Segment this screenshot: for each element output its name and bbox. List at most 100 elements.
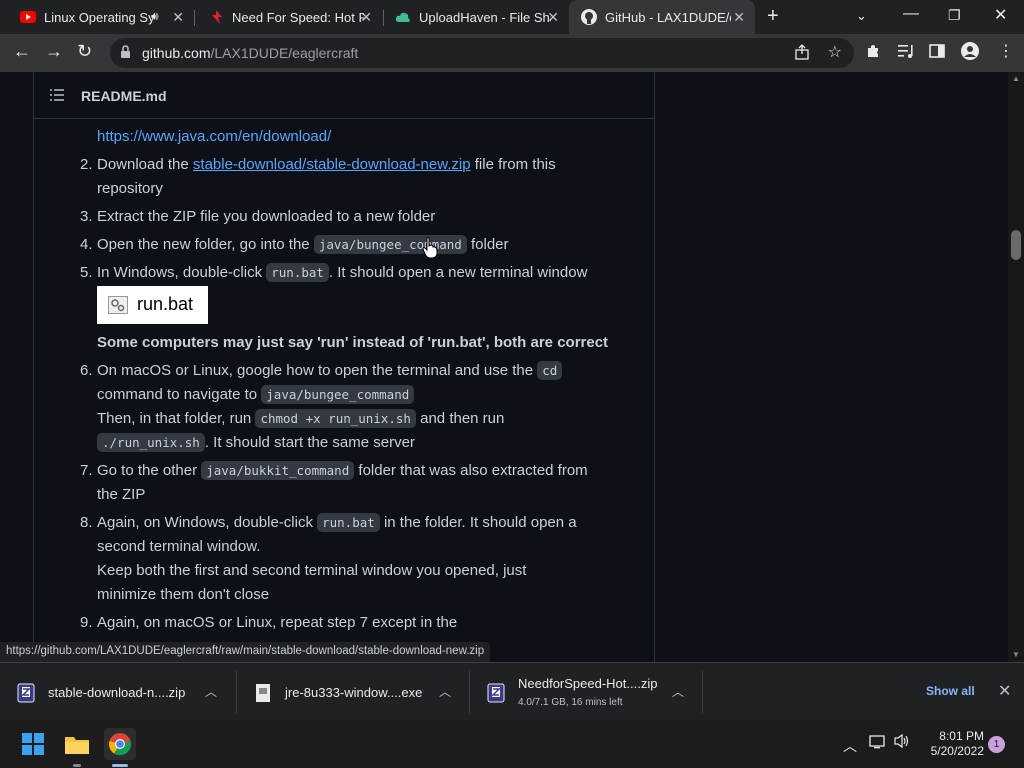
chevron-up-icon[interactable]: ︿ [843, 736, 857, 756]
step-number: 9. [80, 614, 93, 631]
step-2: Download the stable-download/stable-down… [97, 156, 556, 173]
step-2-cont: repository [97, 180, 163, 197]
tab-github[interactable]: GitHub - LAX1DUDE/e ✕ [569, 0, 755, 34]
side-panel-icon[interactable] [929, 43, 945, 64]
java-download-link[interactable]: https://www.java.com/en/download/ [97, 128, 331, 145]
step-6-line-2: command to navigate to java/bungee_comma… [97, 383, 415, 407]
step-3: Extract the ZIP file you downloaded to a… [97, 208, 436, 225]
network-icon[interactable] [869, 734, 887, 753]
step-8-line-4: minimize them don't close [97, 586, 270, 603]
close-icon[interactable]: ✕ [547, 9, 559, 26]
speaker-icon[interactable]: 🔊︎ [151, 9, 159, 24]
inline-code: java/bungee_command [261, 385, 415, 404]
batch-file-icon [108, 296, 128, 314]
zip-file-icon [486, 683, 506, 703]
step-4: Open the new folder, go into the java/bu… [97, 235, 509, 254]
stable-download-link[interactable]: stable-download/stable-download-new.zip [193, 156, 471, 173]
readme-filename: README.md [81, 88, 167, 104]
menu-icon[interactable]: ⋮ [998, 41, 1014, 61]
url-text: github.com/LAX1DUDE/eaglercraft [142, 45, 359, 61]
close-icon[interactable]: ✕ [733, 9, 745, 26]
downloads-bar: stable-download-n....zip ︿ jre-8u333-win… [0, 662, 1024, 720]
clock[interactable]: 8:01 PM 5/20/2022 [922, 729, 984, 759]
tab-youtube[interactable]: Linux Operating Sy 🔊︎ ✕ [8, 0, 194, 34]
tab-search-icon[interactable]: ⌄ [856, 8, 867, 24]
inline-code: java/bungee_command [313, 235, 467, 254]
step-number: 3. [80, 208, 93, 225]
list-icon[interactable] [50, 88, 64, 106]
taskbar: ︿ 8:01 PM 5/20/2022 1 [0, 720, 1024, 768]
page-content: README.md https://www.java.com/en/downlo… [0, 72, 1008, 662]
tab-strip: Linux Operating Sy 🔊︎ ✕ Need For Speed: … [0, 0, 1024, 34]
divider [702, 671, 703, 713]
step-6-line-4: ./run_unix.sh. It should start the same … [97, 431, 415, 455]
close-icon[interactable]: ✕ [360, 9, 372, 26]
close-icon[interactable]: ✕ [998, 681, 1011, 701]
windows-start-icon[interactable] [17, 728, 49, 760]
show-all-button[interactable]: Show all [926, 684, 975, 698]
vertical-scrollbar[interactable]: ▲ ▼ [1008, 72, 1024, 662]
close-icon[interactable]: ✕ [172, 9, 184, 26]
forward-icon[interactable]: → [45, 41, 63, 62]
tab-uploadhaven[interactable]: UploadHaven - File Sha ✕ [383, 0, 569, 34]
hand-cursor-icon [422, 237, 438, 264]
scroll-up-icon[interactable]: ▲ [1012, 74, 1020, 83]
download-item[interactable]: stable-download-n....zip ︿ [0, 663, 236, 721]
run-bat-image: run.bat [97, 286, 208, 324]
nfs-icon [208, 9, 224, 25]
inline-code: cd [537, 361, 563, 380]
step-number: 6. [80, 362, 93, 379]
extensions-icon[interactable] [865, 43, 881, 64]
download-item[interactable]: jre-8u333-window....exe ︿ [237, 663, 469, 721]
github-icon [581, 9, 597, 25]
new-tab-icon[interactable]: + [767, 5, 779, 28]
step-8: Again, on Windows, double-click run.bat … [97, 513, 577, 532]
browser-chrome: Linux Operating Sy 🔊︎ ✕ Need For Speed: … [0, 0, 1024, 72]
address-bar[interactable]: github.com/LAX1DUDE/eaglercraft ☆ [110, 38, 854, 68]
inline-code: run.bat [266, 263, 329, 282]
scroll-down-icon[interactable]: ▼ [1012, 650, 1020, 659]
step-9: Again, on macOS or Linux, repeat step 7 … [97, 614, 458, 631]
step-7-cont: the ZIP [97, 486, 146, 503]
chevron-up-icon[interactable]: ︿ [672, 683, 684, 700]
profile-icon[interactable] [961, 42, 979, 65]
step-number: 4. [80, 236, 93, 253]
inline-code: ./run_unix.sh [97, 433, 205, 452]
java-download-link-line: https://www.java.com/en/download/ [97, 125, 331, 149]
inline-code: chmod +x run_unix.sh [255, 409, 416, 428]
toolbar: ← → ↻ github.com/LAX1DUDE/eaglercraft ☆ … [0, 34, 1024, 72]
zip-file-icon [16, 683, 36, 703]
step-7: Go to the other java/bukkit_command fold… [97, 461, 588, 480]
active-indicator [112, 764, 128, 767]
download-item[interactable]: NeedforSpeed-Hot....zip 4.0/7.1 GB, 16 m… [470, 663, 702, 721]
minimize-icon[interactable]: — [903, 5, 919, 23]
note-text: Some computers may just say 'run' instea… [97, 334, 609, 351]
step-number: 7. [80, 462, 93, 479]
step-5: In Windows, double-click run.bat. It sho… [97, 263, 588, 282]
chevron-up-icon[interactable]: ︿ [439, 683, 451, 700]
scroll-thumb[interactable] [1011, 230, 1021, 260]
readme-header: README.md [34, 72, 654, 119]
step-8-line-3: Keep both the first and second terminal … [97, 562, 527, 579]
status-bar-url: https://github.com/LAX1DUDE/eaglercraft/… [0, 642, 491, 663]
step-number: 8. [80, 514, 93, 531]
step-6-line-3: Then, in that folder, run chmod +x run_u… [97, 409, 505, 428]
share-icon[interactable] [794, 44, 810, 65]
star-icon[interactable]: ☆ [828, 42, 842, 62]
notification-badge[interactable]: 1 [988, 736, 1005, 753]
volume-icon[interactable] [893, 733, 911, 752]
chrome-icon[interactable] [104, 728, 136, 760]
close-window-icon[interactable]: ✕ [994, 5, 1007, 25]
tab-nfs[interactable]: Need For Speed: Hot P ✕ [196, 0, 382, 34]
restore-icon[interactable]: ❐ [948, 7, 961, 24]
tab-separator [194, 10, 195, 26]
chevron-up-icon[interactable]: ︿ [205, 683, 217, 700]
media-control-icon[interactable] [898, 43, 916, 64]
back-icon[interactable]: ← [13, 41, 31, 62]
running-indicator [73, 764, 81, 767]
lock-icon[interactable] [120, 45, 131, 64]
reload-icon[interactable]: ↻ [77, 41, 92, 62]
step-6: On macOS or Linux, google how to open th… [97, 359, 563, 383]
step-number: 5. [80, 264, 93, 281]
file-explorer-icon[interactable] [61, 728, 93, 760]
